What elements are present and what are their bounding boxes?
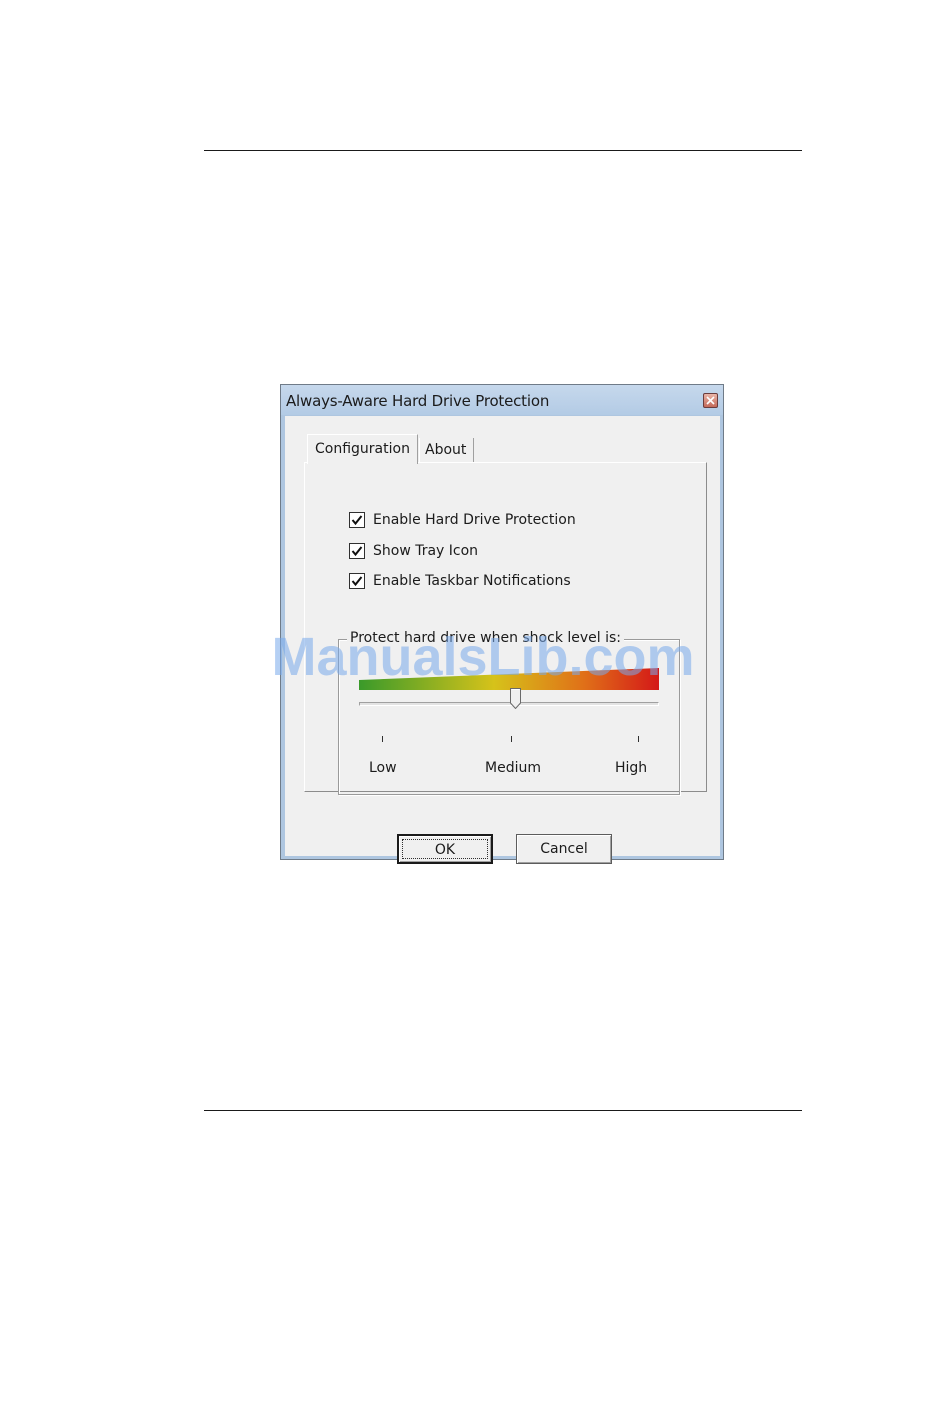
shock-level-group: Protect hard drive when shock level is: [338,630,680,795]
enable-protection-option[interactable]: Enable Hard Drive Protection [349,510,576,530]
taskbar-notifications-checkbox[interactable] [349,573,365,589]
protection-dialog: Always-Aware Hard Drive Protection Confi… [280,384,724,864]
tab-configuration-label: Configuration [315,441,410,457]
checkmark-icon [351,546,363,557]
cancel-button-label: Cancel [540,841,588,857]
shock-level-slider-thumb[interactable] [510,688,521,709]
scale-label-medium: Medium [485,760,541,776]
enable-protection-label: Enable Hard Drive Protection [373,512,576,528]
page-top-rule [204,150,802,151]
shock-level-slider-track[interactable] [359,702,659,706]
show-tray-icon-checkbox[interactable] [349,543,365,559]
ok-button-label: OK [434,842,456,858]
slider-tick-high [638,736,639,742]
tab-about-label: About [425,442,467,458]
ok-button[interactable]: OK [397,834,493,864]
tab-about[interactable]: About [419,438,474,462]
shock-level-group-label: Protect hard drive when shock level is: [347,630,625,646]
page-bottom-rule [204,1110,802,1111]
tab-configuration[interactable]: Configuration [307,434,418,464]
close-button[interactable] [703,393,718,408]
enable-protection-checkbox[interactable] [349,512,365,528]
dialog-title: Always-Aware Hard Drive Protection [286,392,550,410]
title-bar[interactable]: Always-Aware Hard Drive Protection [281,385,723,415]
slider-tick-low [382,736,383,742]
checkmark-icon [351,515,363,526]
taskbar-notifications-option[interactable]: Enable Taskbar Notifications [349,571,571,591]
dialog-client-area: Configuration About Enable Hard Drive Pr… [285,416,720,864]
shock-level-gradient [359,668,659,690]
show-tray-icon-option[interactable]: Show Tray Icon [349,541,478,561]
taskbar-notifications-label: Enable Taskbar Notifications [373,573,571,589]
scale-label-high: High [615,760,648,776]
scale-label-low: Low [369,760,397,776]
configuration-panel: Enable Hard Drive Protection Show Tray I… [304,462,707,795]
close-x-icon [706,396,715,405]
cancel-button[interactable]: Cancel [516,834,612,864]
slider-tick-medium [511,736,512,742]
checkmark-icon [351,576,363,587]
show-tray-icon-label: Show Tray Icon [373,543,479,559]
